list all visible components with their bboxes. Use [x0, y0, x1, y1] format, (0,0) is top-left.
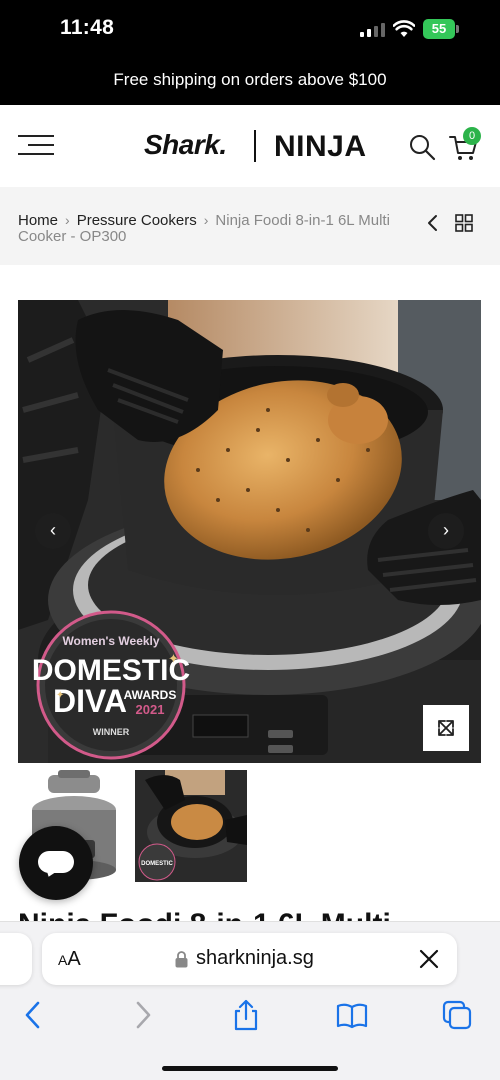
cart-count-badge: 0 — [463, 127, 481, 145]
image-prev-button[interactable]: ‹ — [35, 513, 71, 549]
award-title-2: DIVA — [53, 683, 127, 719]
thumbnail-2[interactable]: DOMESTIC — [135, 770, 247, 882]
chevron-right-icon: › — [203, 212, 209, 228]
site-header: Shark. NINJA 0 — [0, 105, 500, 187]
award-title-3: AWARDS — [124, 688, 177, 702]
previous-tab-peek[interactable] — [0, 933, 32, 985]
award-winner: WINNER — [93, 727, 130, 737]
thumbnail-image: DOMESTIC — [135, 770, 247, 882]
text-size-large-label: A — [67, 948, 81, 970]
logo-ninja: NINJA — [274, 130, 367, 163]
close-icon[interactable] — [419, 949, 439, 969]
sparkle-icon: ✦ — [168, 652, 179, 667]
breadcrumb-bar: Home › Pressure Cookers › Ninja Foodi 8-in-1… — [0, 187, 500, 265]
text-size-button[interactable]: AA — [58, 948, 81, 971]
product-photo: Women's Weekly DOMESTIC DIVA AWARDS 2021… — [18, 300, 481, 763]
back-icon[interactable] — [18, 999, 50, 1031]
previous-product-icon[interactable] — [424, 213, 442, 233]
award-publisher: Women's Weekly — [62, 634, 159, 648]
award-year: 2021 — [136, 702, 165, 717]
battery-level: 55 — [423, 19, 455, 39]
cellular-signal-icon — [360, 23, 386, 37]
logo-divider — [254, 130, 256, 162]
chevron-right-icon: › — [65, 212, 70, 228]
status-time: 11:48 — [60, 16, 115, 39]
thumbnail-award-text: DOMESTIC — [141, 861, 173, 867]
text-size-small-label: A — [58, 952, 68, 968]
lock-icon — [175, 951, 188, 968]
home-indicator — [162, 1066, 338, 1071]
browser-toolbar: AA sharkninja.sg — [0, 921, 500, 1080]
grid-view-icon[interactable] — [454, 213, 474, 233]
breadcrumb-home[interactable]: Home — [18, 212, 58, 229]
address-domain: sharkninja.sg — [196, 947, 314, 969]
search-icon[interactable] — [408, 133, 436, 161]
zoom-button[interactable] — [423, 705, 469, 751]
wifi-icon — [393, 20, 415, 37]
breadcrumb-pressure-cookers[interactable]: Pressure Cookers — [77, 212, 197, 229]
battery-icon: 55 — [423, 19, 459, 39]
expand-icon — [438, 720, 454, 736]
bookmarks-icon[interactable] — [336, 999, 368, 1031]
image-next-button[interactable]: › — [428, 513, 464, 549]
site-logo[interactable]: Shark. NINJA — [144, 125, 366, 169]
tabs-icon[interactable] — [441, 999, 473, 1031]
share-icon[interactable] — [230, 999, 262, 1031]
sparkle-icon: ✦ — [56, 690, 64, 701]
forward-icon[interactable] — [126, 999, 158, 1031]
announcement-bar: Free shipping on orders above $100 — [0, 60, 500, 105]
address-bar[interactable]: AA sharkninja.sg — [42, 933, 457, 985]
status-bar: 11:48 55 — [0, 0, 500, 60]
chat-bubble-icon — [38, 851, 74, 873]
menu-icon[interactable] — [18, 135, 54, 157]
breadcrumb: Home › Pressure Cookers › Ninja Foodi 8-in-1… — [18, 212, 398, 245]
logo-shark: Shark. — [144, 129, 227, 160]
product-main-image[interactable]: Women's Weekly DOMESTIC DIVA AWARDS 2021… — [18, 300, 481, 763]
chat-button[interactable] — [19, 826, 93, 900]
